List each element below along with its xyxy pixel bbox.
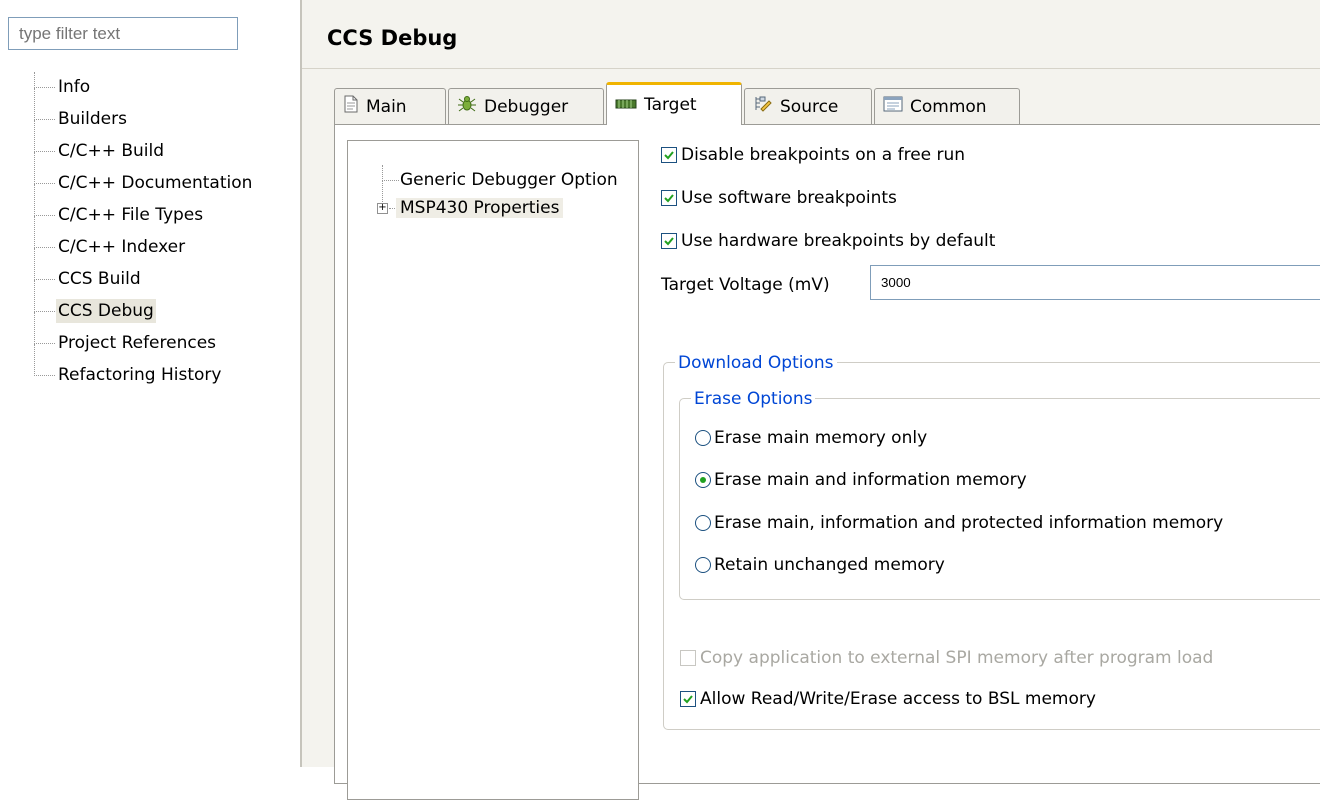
- retain-unchanged-option[interactable]: Retain unchanged memory: [695, 551, 945, 579]
- copy-spi-option[interactable]: Copy application to external SPI memory …: [680, 645, 1213, 671]
- download-options-legend: Download Options: [675, 353, 837, 373]
- nav-item-builders[interactable]: Builders: [30, 88, 290, 136]
- expand-icon[interactable]: +: [377, 203, 388, 214]
- tab-label: Debugger: [484, 96, 569, 117]
- tab-main[interactable]: Main: [334, 88, 446, 124]
- tab-common[interactable]: Common: [874, 88, 1020, 124]
- nav-item-label: C/C++ Build: [58, 141, 165, 161]
- radio-selected-dot: [700, 477, 706, 483]
- radio-button[interactable]: [695, 515, 711, 531]
- checkbox[interactable]: [680, 691, 696, 707]
- erase-main-and-info-option[interactable]: Erase main and information memory: [695, 466, 1027, 494]
- tree-item-label: Generic Debugger Option: [400, 170, 618, 190]
- erase-main-info-protected-option[interactable]: Erase main, information and protected in…: [695, 509, 1223, 537]
- erase-options-legend: Erase Options: [691, 389, 816, 409]
- checkmark-icon: [664, 151, 674, 160]
- checkmark-icon: [664, 237, 674, 246]
- checkmark-icon: [683, 695, 693, 704]
- nav-item-cpp-build[interactable]: C/C++ Build: [30, 120, 290, 168]
- nav-item-label: C/C++ File Types: [58, 205, 204, 225]
- bug-icon: [457, 95, 477, 118]
- page-title: CCS Debug: [327, 26, 458, 50]
- tab-label: Target: [644, 95, 697, 115]
- tree-item-label: MSP430 Properties: [396, 198, 564, 218]
- property-tree: Generic Debugger Option + MSP430 Propert…: [347, 140, 639, 800]
- nav-item-cpp-documentation[interactable]: C/C++ Documentation: [30, 152, 290, 200]
- radio-button[interactable]: [695, 472, 711, 488]
- checkbox[interactable]: [680, 650, 696, 666]
- tab-label: Source: [780, 96, 839, 117]
- nav-item-label: CCS Build: [58, 269, 141, 289]
- radio-button[interactable]: [695, 430, 711, 446]
- nav-item-ccs-debug[interactable]: CCS Debug: [30, 280, 290, 328]
- nav-item-label: Project References: [58, 333, 217, 353]
- disable-breakpoints-option[interactable]: Disable breakpoints on a free run: [661, 142, 965, 168]
- nav-item-project-references[interactable]: Project References: [30, 312, 290, 360]
- tab-source[interactable]: Source: [744, 88, 872, 124]
- option-label: Erase main, information and protected in…: [714, 513, 1224, 533]
- source-icon: [753, 95, 773, 118]
- tab-label: Main: [366, 96, 407, 117]
- tab-label: Common: [910, 96, 987, 117]
- title-divider: [302, 68, 1320, 69]
- target-voltage-input[interactable]: [870, 265, 1320, 300]
- nav-item-cpp-file-types[interactable]: C/C++ File Types: [30, 184, 290, 232]
- checkbox[interactable]: [661, 190, 677, 206]
- nav-item-label: Info: [58, 77, 91, 97]
- option-label: Erase main memory only: [714, 428, 928, 448]
- filter-input[interactable]: [8, 17, 238, 50]
- window-icon: [883, 96, 903, 117]
- option-label: Allow Read/Write/Erase access to BSL mem…: [700, 689, 1096, 709]
- nav-item-cpp-indexer[interactable]: C/C++ Indexer: [30, 216, 290, 264]
- property-page: CCS Debug Main Debugger Target Source Co…: [302, 0, 1320, 800]
- checkbox[interactable]: [661, 233, 677, 249]
- nav-item-refactoring-history[interactable]: Refactoring History: [30, 344, 290, 392]
- nav-item-label: CCS Debug: [56, 299, 156, 323]
- tab-debugger[interactable]: Debugger: [448, 88, 604, 124]
- bsl-access-option[interactable]: Allow Read/Write/Erase access to BSL mem…: [680, 686, 1096, 712]
- target-tab-content: Generic Debugger Option + MSP430 Propert…: [334, 124, 1320, 800]
- nav-item-label: Builders: [58, 109, 127, 129]
- checkbox[interactable]: [661, 147, 677, 163]
- erase-main-only-option[interactable]: Erase main memory only: [695, 424, 927, 452]
- option-label: Copy application to external SPI memory …: [700, 648, 1214, 668]
- option-label: Retain unchanged memory: [714, 555, 945, 575]
- option-label: Use hardware breakpoints by default: [681, 231, 996, 251]
- option-label: Use software breakpoints: [681, 188, 897, 208]
- software-breakpoints-option[interactable]: Use software breakpoints: [661, 185, 897, 211]
- nav-item-info[interactable]: Info: [30, 72, 290, 104]
- document-icon: [343, 95, 359, 118]
- nav-item-label: C/C++ Documentation: [58, 173, 253, 193]
- hardware-breakpoints-option[interactable]: Use hardware breakpoints by default: [661, 228, 995, 254]
- nav-item-label: Refactoring History: [58, 365, 222, 385]
- nav-item-ccs-build[interactable]: CCS Build: [30, 248, 290, 296]
- chip-icon: [615, 95, 637, 115]
- option-label: Disable breakpoints on a free run: [681, 145, 966, 165]
- property-nav-tree: Info Builders C/C++ Build C/C++ Document…: [30, 72, 290, 392]
- tree-item-msp430-properties[interactable]: MSP430 Properties: [396, 194, 564, 222]
- nav-item-label: C/C++ Indexer: [58, 237, 186, 257]
- radio-button[interactable]: [695, 557, 711, 573]
- tree-item-generic-debugger[interactable]: Generic Debugger Option: [400, 166, 618, 194]
- checkmark-icon: [664, 194, 674, 203]
- option-label: Erase main and information memory: [714, 470, 1027, 490]
- tab-target[interactable]: Target: [606, 82, 742, 125]
- target-voltage-label: Target Voltage (mV): [661, 275, 830, 295]
